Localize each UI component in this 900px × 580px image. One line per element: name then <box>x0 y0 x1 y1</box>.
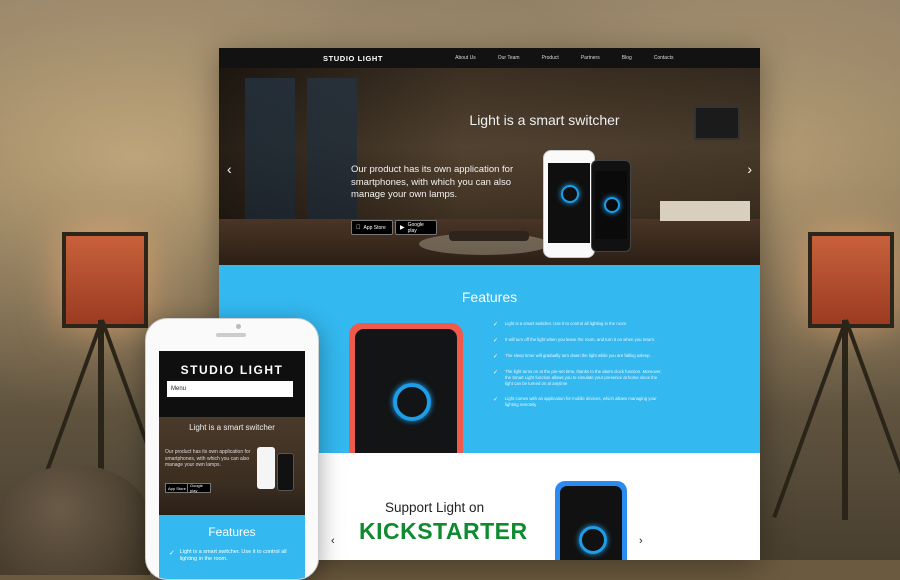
mobile-hero-title: Light is a smart switcher <box>189 423 275 432</box>
features-title: Features <box>461 289 518 305</box>
hero-next-arrow[interactable]: › <box>747 161 752 177</box>
power-icon <box>579 526 607 554</box>
list-item: ✓ It will turn off the light when you lea… <box>493 337 656 344</box>
nav-item-about-us[interactable]: About Us <box>455 55 476 61</box>
check-icon: ✓ <box>493 338 499 344</box>
hero-title: Light is a smart switcher <box>469 112 620 128</box>
features-list: ✓ Light is a smart switcher. Use it to co… <box>493 321 663 417</box>
support-heading: Support Light on <box>385 500 485 515</box>
apple-icon:  <box>356 225 361 231</box>
main-menu: About Us Our Team Product Partners Blog … <box>455 55 695 61</box>
google-play-label: Google play <box>407 221 424 234</box>
black-phone-image <box>591 160 631 252</box>
power-icon <box>393 383 431 421</box>
mobile-phone-mockup: STUDIO LIGHT Menu Light is a smart switc… <box>145 318 319 580</box>
hero-cabinet <box>660 201 750 221</box>
check-icon: ✓ <box>169 550 175 557</box>
mobile-screen: STUDIO LIGHT Menu Light is a smart switc… <box>159 351 305 579</box>
check-icon: ✓ <box>493 322 499 328</box>
mobile-features: Features ✓ Light is a smart switcher. Use… <box>159 515 305 579</box>
hero-window <box>307 78 357 238</box>
app-store-label: App Store <box>359 224 386 231</box>
background-pouf <box>0 465 150 575</box>
kickstarter-next-arrow[interactable]: › <box>639 535 643 547</box>
list-item: ✓ The light turns on at the pre-set time,… <box>493 369 662 386</box>
nav-item-our-team[interactable]: Our Team <box>498 55 520 61</box>
mobile-black-phone-image <box>277 453 294 491</box>
phone-speaker <box>216 333 246 337</box>
red-phone-image <box>349 323 463 463</box>
kickstarter-logo[interactable]: KICKSTARTER <box>359 518 528 545</box>
mobile-features-title: Features <box>208 525 256 539</box>
mobile-hero-description: Our product has its own application for … <box>165 449 251 468</box>
hero-table <box>449 231 529 241</box>
check-icon: ✓ <box>493 397 499 403</box>
right-lamp-shade <box>808 232 894 328</box>
mobile-google-play-button[interactable]: Google play <box>187 483 211 493</box>
kickstarter-prev-arrow[interactable]: ‹ <box>331 535 335 547</box>
phone-camera <box>236 324 241 329</box>
check-icon: ✓ <box>493 370 499 376</box>
mobile-header: STUDIO LIGHT Menu <box>159 351 305 417</box>
list-item: ✓ The sleep timer will gradually turn dow… <box>493 353 651 360</box>
right-lamp-pole <box>842 320 848 520</box>
hero-slider: Light is a smart switcher Our product ha… <box>219 68 760 265</box>
site-header: STUDIO LIGHT About Us Our Team Product P… <box>219 48 760 68</box>
play-icon: ▶ <box>400 225 405 231</box>
list-item: ✓ Light is a smart switcher. Use it to co… <box>493 321 627 328</box>
mobile-menu-button[interactable]: Menu <box>167 381 293 397</box>
mobile-white-phone-image <box>257 447 275 489</box>
nav-item-product[interactable]: Product <box>542 55 559 61</box>
white-phone-image <box>543 150 595 258</box>
hero-prev-arrow[interactable]: ‹ <box>227 161 232 177</box>
hero-description: Our product has its own application for … <box>351 164 514 200</box>
nav-item-partners[interactable]: Partners <box>581 55 600 61</box>
google-play-button[interactable]: ▶ Google play <box>395 220 437 235</box>
check-icon: ✓ <box>493 354 499 360</box>
app-store-button[interactable]: App Store <box>351 220 393 235</box>
list-item: ✓ Light is a smart switcher. Use it to co… <box>169 549 287 562</box>
list-item: ✓ Light comes with an application for mob… <box>493 396 657 407</box>
mobile-app-store-button[interactable]: App Store <box>165 483 189 493</box>
hero-window <box>245 78 295 238</box>
power-icon <box>604 197 620 213</box>
mobile-logo[interactable]: STUDIO LIGHT <box>159 363 305 377</box>
power-icon <box>561 185 579 203</box>
mobile-hero: Light is a smart switcher Our product ha… <box>159 417 305 515</box>
blue-phone-image <box>555 481 627 560</box>
nav-item-blog[interactable]: Blog <box>622 55 632 61</box>
nav-item-contacts[interactable]: Contacts <box>654 55 674 61</box>
left-lamp-shade <box>62 232 148 328</box>
site-logo[interactable]: STUDIO LIGHT <box>323 54 383 63</box>
